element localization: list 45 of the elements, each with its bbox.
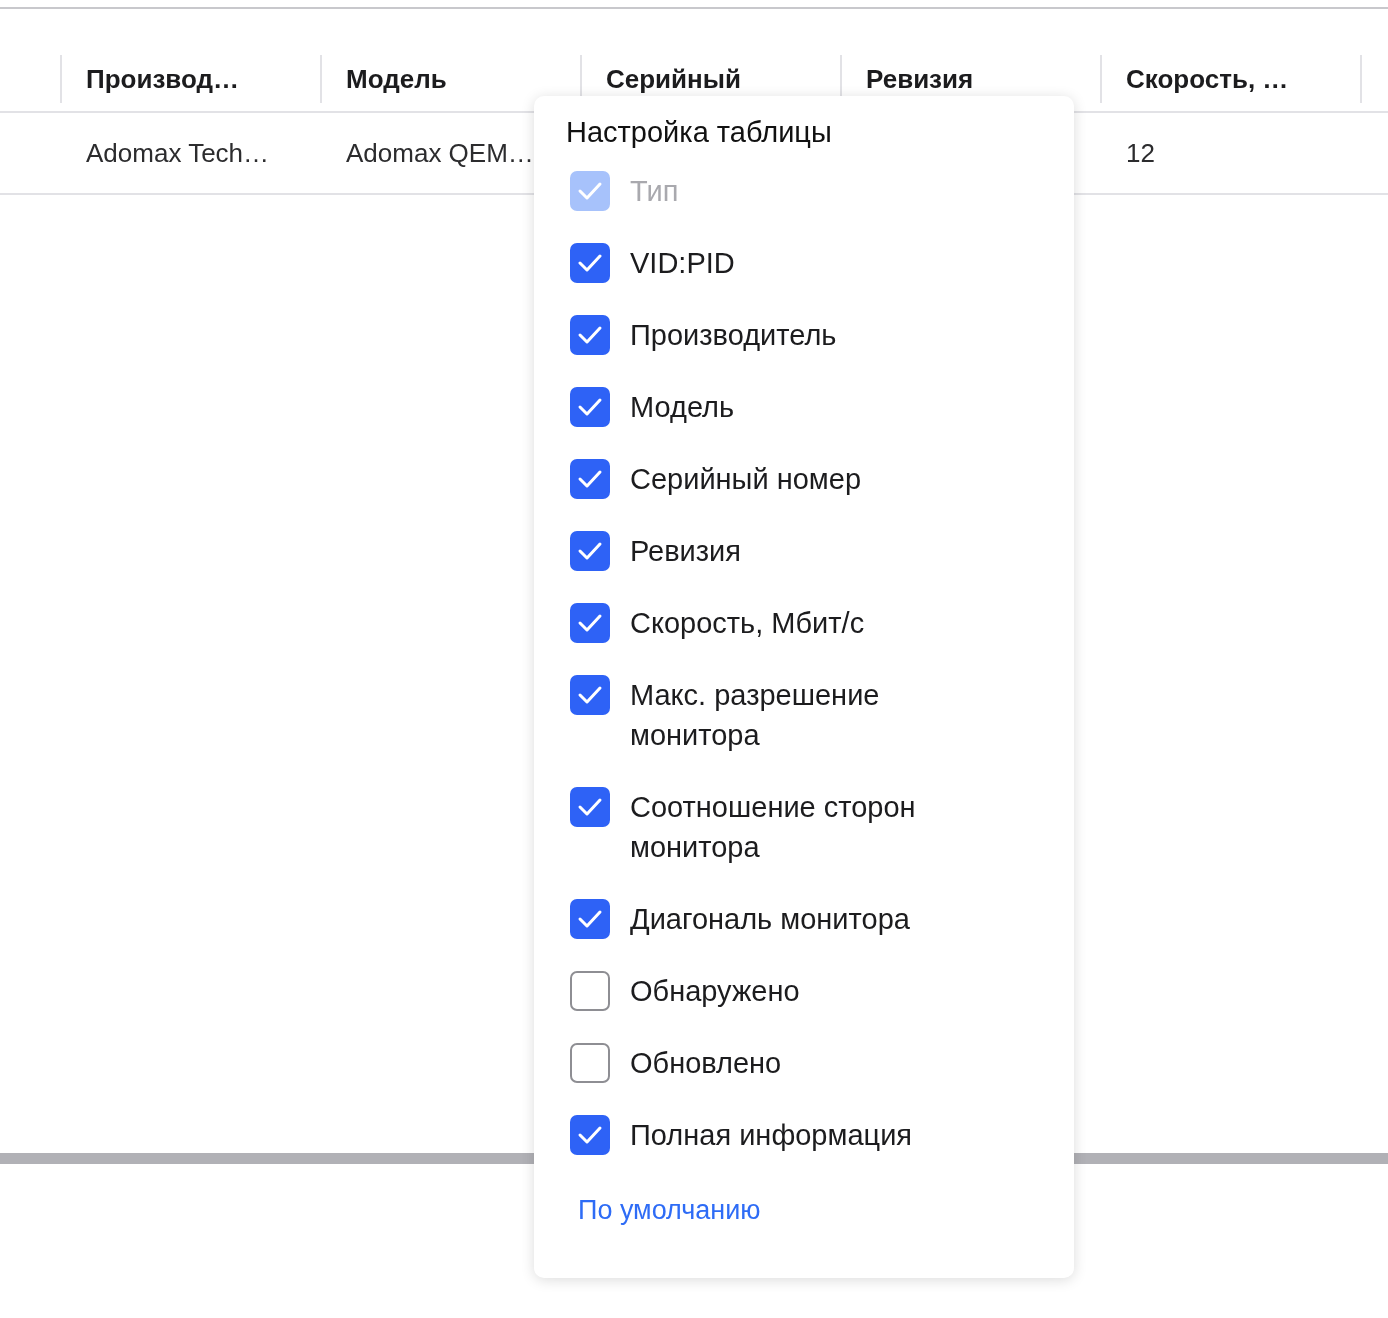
table-cell: Adomax Tech… [86,137,270,168]
checkbox[interactable] [570,971,610,1011]
checkbox-label[interactable]: Обновлено [630,1043,782,1083]
checkbox[interactable] [570,675,610,715]
column-header[interactable]: Серийный [606,63,741,95]
column-header[interactable]: Модель [346,63,447,95]
checkmark-icon [577,909,603,929]
reset-link[interactable]: По умолчанию [578,1195,761,1226]
checkbox-label[interactable]: Полная информация [630,1115,913,1155]
checkbox-label[interactable]: VID:PID [630,243,735,283]
checkmark-icon [577,253,603,273]
table-cell: 12 [1126,137,1155,168]
checkbox[interactable] [570,1043,610,1083]
checkmark-icon [577,469,603,489]
checkbox-label[interactable]: Ревизия [630,531,741,571]
checkbox-label[interactable]: Обнаружено [630,971,800,1011]
column-header[interactable]: Скорость, … [1126,63,1289,95]
checkbox-label[interactable]: Скорость, Мбит/с [630,603,865,643]
checkbox[interactable] [570,387,610,427]
checkbox[interactable] [570,787,610,827]
checkbox[interactable] [570,899,610,939]
checkmark-icon [577,325,603,345]
checkmark-icon [577,685,603,705]
checkbox-label[interactable]: Диагональ монитора [630,899,910,939]
column-header[interactable]: Производ… [86,63,240,95]
checkbox[interactable] [570,531,610,571]
checkbox-label[interactable]: Производитель [630,315,837,355]
column-header[interactable]: Ревизия [866,63,974,95]
checkbox-label[interactable]: Модель [630,387,735,427]
checkbox[interactable] [570,603,610,643]
checkbox-label[interactable]: Макс. разрешение монитора [630,675,1010,755]
table-cell: Adomax QEM… [346,137,534,168]
checkbox[interactable] [570,1115,610,1155]
popup-title: Настройка таблицы [566,116,833,149]
checkbox[interactable] [570,315,610,355]
checkbox-label[interactable]: Соотношение сторон монитора [630,787,1010,867]
checkmark-icon [577,613,603,633]
checkmark-icon [577,541,603,561]
checkbox[interactable] [570,459,610,499]
checkmark-icon [577,1125,603,1145]
checkbox[interactable] [570,243,610,283]
checkmark-icon [577,797,603,817]
checkmark-icon [577,397,603,417]
checkbox-label[interactable]: Серийный номер [630,459,862,499]
checkmark-icon [577,181,603,201]
